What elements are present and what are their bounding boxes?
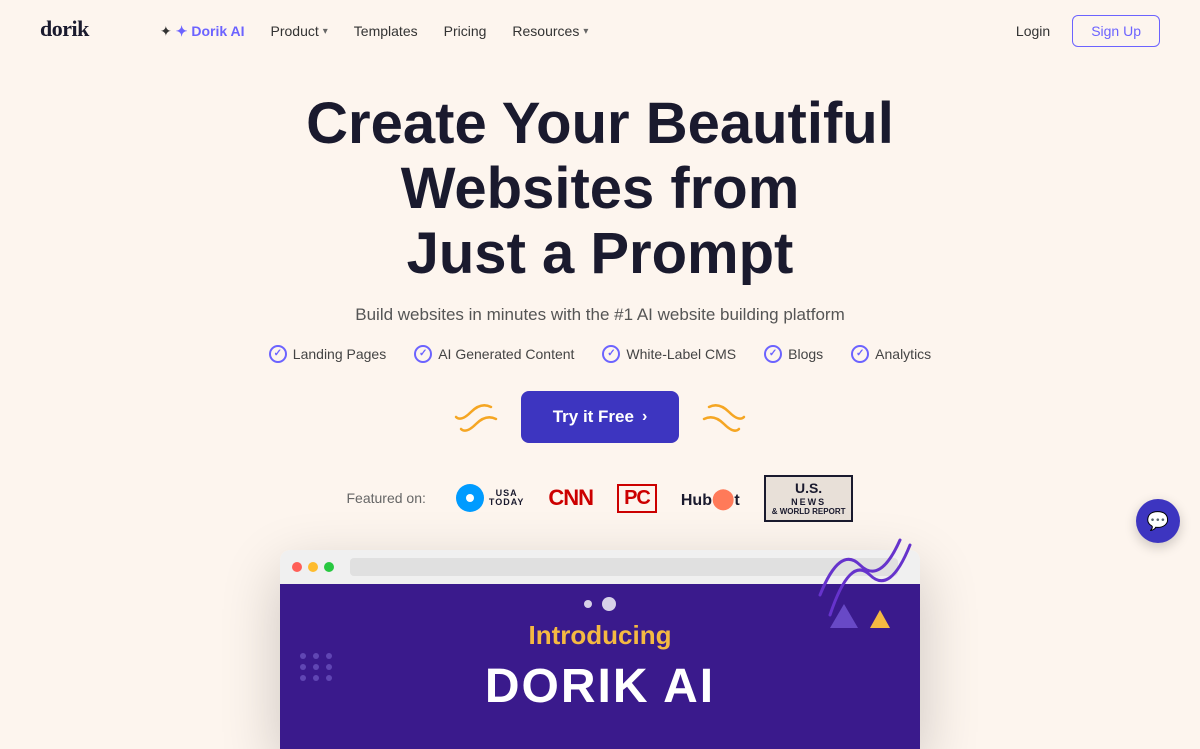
- squiggle-right-decoration: [699, 397, 749, 437]
- check-icon: ✓: [764, 345, 782, 363]
- chevron-down-icon-resources: ▾: [583, 26, 588, 37]
- feature-landing-pages: ✓ Landing Pages: [269, 345, 386, 363]
- hero-title: Create Your Beautiful Websites from Just…: [220, 92, 980, 287]
- login-button[interactable]: Login: [1006, 17, 1060, 45]
- hero-section: Create Your Beautiful Websites from Just…: [0, 62, 1200, 522]
- purple-scribble-decoration: [810, 535, 930, 635]
- featured-row: Featured on: USA TODAY CNN PC Hub⬤t U.S.…: [20, 475, 1180, 522]
- chat-bubble-button[interactable]: 💬: [1136, 499, 1180, 543]
- arrow-icon: ›: [642, 408, 647, 426]
- feature-white-label: ✓ White-Label CMS: [602, 345, 736, 363]
- browser-dot-green: [324, 562, 334, 572]
- svg-text:dorik: dorik: [40, 16, 90, 41]
- hero-features-list: ✓ Landing Pages ✓ AI Generated Content ✓…: [20, 345, 1180, 363]
- ai-sparkle-icon: ✦: [160, 23, 172, 40]
- logo-us-news: U.S. NEWS & WORLD REPORT: [764, 475, 854, 522]
- logo-usa-today: USA TODAY: [456, 484, 525, 512]
- nav-actions: Login Sign Up: [1006, 15, 1160, 47]
- nav-item-templates[interactable]: Templates: [344, 17, 428, 45]
- introducing-text: Introducing: [529, 620, 672, 651]
- check-icon: ✓: [851, 345, 869, 363]
- usa-today-circle: [456, 484, 484, 512]
- browser-dot-red: [292, 562, 302, 572]
- feature-ai-content: ✓ AI Generated Content: [414, 345, 574, 363]
- feature-analytics: ✓ Analytics: [851, 345, 931, 363]
- browser-dot-yellow: [308, 562, 318, 572]
- nav-links: ✦ ✦ Dorik AI Product ▾ Templates Pricing…: [150, 17, 1006, 46]
- nav-item-resources[interactable]: Resources ▾: [502, 17, 598, 45]
- chevron-down-icon: ▾: [323, 26, 328, 37]
- feature-blogs: ✓ Blogs: [764, 345, 823, 363]
- cta-area: Try it Free ›: [20, 391, 1180, 443]
- navigation: dorik ✦ ✦ Dorik AI Product ▾ Templates P…: [0, 0, 1200, 62]
- nav-item-pricing[interactable]: Pricing: [434, 17, 497, 45]
- signup-button[interactable]: Sign Up: [1072, 15, 1160, 47]
- check-icon: ✓: [269, 345, 287, 363]
- hero-preview: Introducing DORIK AI: [0, 550, 1200, 749]
- nav-item-product[interactable]: Product ▾: [261, 17, 338, 45]
- brand-logo[interactable]: dorik: [40, 14, 110, 48]
- product-name-text: DORIK AI: [485, 659, 715, 714]
- hubspot-dot: ⬤: [712, 488, 734, 510]
- featured-label: Featured on:: [347, 490, 426, 506]
- try-it-free-button[interactable]: Try it Free ›: [521, 391, 680, 443]
- check-icon: ✓: [414, 345, 432, 363]
- hero-subtitle: Build websites in minutes with the #1 AI…: [20, 305, 1180, 325]
- logo-hubspot: Hub⬤t: [681, 486, 740, 511]
- squiggle-left-decoration: [451, 397, 501, 437]
- nav-item-dorik-ai[interactable]: ✦ ✦ Dorik AI: [150, 17, 255, 46]
- decorative-dots: [300, 653, 334, 681]
- featured-logos: USA TODAY CNN PC Hub⬤t U.S. NEWS & WORLD…: [456, 475, 854, 522]
- check-icon: ✓: [602, 345, 620, 363]
- decorative-circles-top: [584, 600, 616, 611]
- logo-cnn: CNN: [548, 485, 593, 511]
- chat-icon: 💬: [1147, 511, 1169, 532]
- logo-pc-magazine: PC: [617, 484, 657, 513]
- usa-today-text: USA TODAY: [489, 489, 525, 509]
